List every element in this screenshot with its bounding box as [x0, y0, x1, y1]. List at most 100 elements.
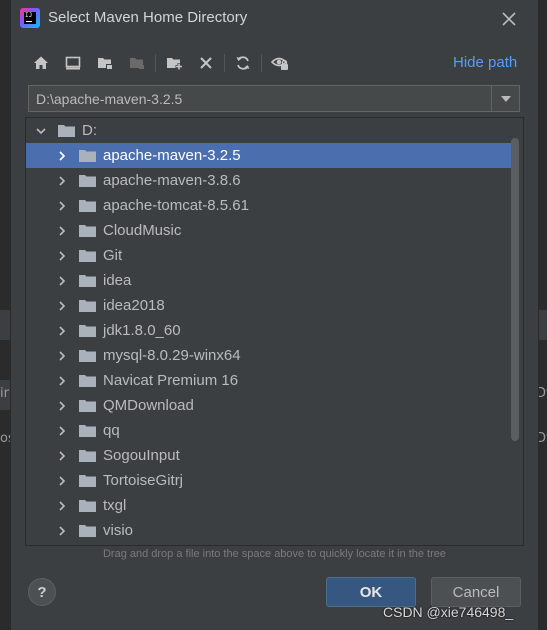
chevron-right-icon[interactable]	[55, 349, 69, 363]
module-folder-icon	[129, 58, 144, 69]
tree-row[interactable]: Git	[26, 243, 511, 268]
toolbar-separator	[261, 54, 262, 72]
drive-icon	[58, 124, 76, 138]
folder-icon	[79, 349, 97, 363]
close-button[interactable]	[498, 8, 520, 30]
tree-row-label: apache-tomcat-8.5.61	[103, 197, 249, 214]
folder-icon	[79, 374, 97, 388]
tree-row[interactable]: CloudMusic	[26, 218, 511, 243]
tree-row[interactable]: qq	[26, 418, 511, 443]
chevron-right-icon[interactable]	[55, 524, 69, 538]
tree-row[interactable]: QMDownload	[26, 393, 511, 418]
chevron-right-icon[interactable]	[55, 399, 69, 413]
delete-button[interactable]	[193, 50, 219, 76]
directory-tree[interactable]: D: apache-maven-3.2.5 apache-maven-3.8.6 a…	[25, 117, 524, 546]
folder-icon	[79, 274, 97, 288]
tree-row-label: mysql-8.0.29-winx64	[103, 347, 241, 364]
folder-icon	[79, 449, 97, 463]
background-text-left-1: ir	[0, 386, 9, 401]
tree-row[interactable]: idea2018	[26, 293, 511, 318]
chevron-right-icon[interactable]	[55, 249, 69, 263]
chevron-right-icon[interactable]	[55, 199, 69, 213]
module-directory-button[interactable]	[124, 50, 150, 76]
tree-row[interactable]: visio	[26, 518, 511, 543]
toolbar-separator	[155, 54, 156, 72]
project-directory-button[interactable]	[92, 50, 118, 76]
tree-row-label: Git	[103, 247, 123, 264]
tree-row-label: idea	[103, 272, 132, 289]
chevron-right-icon[interactable]	[55, 474, 69, 488]
background-panel-left	[0, 310, 10, 340]
chevron-down-icon[interactable]	[34, 124, 48, 138]
home-icon	[34, 56, 48, 69]
folder-icon	[79, 474, 97, 488]
chevron-right-icon[interactable]	[55, 324, 69, 338]
tree-row-label: TortoiseGitrj	[103, 472, 184, 489]
chevron-right-icon[interactable]	[55, 274, 69, 288]
chevron-down-icon	[500, 95, 511, 102]
csdn-watermark: CSDN @xie746498_	[383, 604, 514, 620]
tree-row[interactable]: TortoiseGitrj	[26, 468, 511, 493]
path-dropdown-button[interactable]	[491, 86, 519, 111]
tree-row-label: apache-maven-3.2.5	[103, 147, 241, 164]
hide-path-link[interactable]: Hide path	[453, 54, 517, 71]
refresh-icon	[236, 56, 250, 70]
tree-row[interactable]: txgl	[26, 493, 511, 518]
tree-row-label: qq	[103, 422, 120, 439]
chevron-right-icon[interactable]	[55, 449, 69, 463]
tree-row[interactable]: Navicat Premium 16	[26, 368, 511, 393]
desktop-icon	[65, 56, 81, 70]
folder-icon	[79, 299, 97, 313]
tree-scrollbar[interactable]	[511, 138, 519, 441]
tree-row-label: txgl	[103, 497, 127, 514]
folder-icon	[79, 174, 97, 188]
desktop-button[interactable]	[60, 50, 86, 76]
show-hidden-files-button[interactable]	[267, 50, 293, 76]
chevron-right-icon[interactable]	[55, 374, 69, 388]
show-hidden-icon	[271, 57, 288, 70]
tree-row-label: Navicat Premium 16	[103, 372, 239, 389]
chevron-right-icon[interactable]	[55, 174, 69, 188]
tree-row-label: QMDownload	[103, 397, 194, 414]
path-field[interactable]	[29, 86, 493, 111]
folder-icon	[79, 199, 97, 213]
folder-icon	[79, 249, 97, 263]
drag-drop-hint: Drag and drop a file into the space abov…	[102, 548, 447, 560]
new-folder-button[interactable]	[161, 50, 187, 76]
tree-row-label: jdk1.8.0_60	[103, 322, 181, 339]
help-button[interactable]: ?	[28, 578, 56, 606]
path-combobox[interactable]	[28, 85, 520, 112]
refresh-button[interactable]	[230, 50, 256, 76]
folder-icon	[79, 149, 97, 163]
close-icon	[502, 12, 516, 26]
tree-root-row[interactable]: D:	[26, 118, 519, 143]
chevron-right-icon[interactable]	[55, 424, 69, 438]
tree-row[interactable]: SogouInput	[26, 443, 511, 468]
chevron-right-icon[interactable]	[55, 299, 69, 313]
tree-row-label: SogouInput	[103, 447, 180, 464]
chevron-right-icon[interactable]	[55, 149, 69, 163]
tree-row-label: CloudMusic	[103, 222, 182, 239]
new-folder-icon	[166, 58, 182, 70]
cancel-button[interactable]: Cancel	[431, 577, 521, 607]
home-button[interactable]	[28, 50, 54, 76]
folder-icon	[79, 424, 97, 438]
tree-row[interactable]: mysql-8.0.29-winx64	[26, 343, 511, 368]
tree-row[interactable]: apache-tomcat-8.5.61	[26, 193, 511, 218]
project-folder-icon	[97, 58, 113, 70]
folder-icon	[79, 224, 97, 238]
intellij-app-icon: IJ	[20, 8, 40, 28]
tree-row-label: apache-maven-3.8.6	[103, 172, 241, 189]
chevron-right-icon[interactable]	[55, 499, 69, 513]
folder-icon	[79, 499, 97, 513]
select-directory-dialog: IJ Select Maven Home Directory Hide path…	[10, 0, 539, 630]
tree-row[interactable]: jdk1.8.0_60	[26, 318, 511, 343]
ok-button[interactable]: OK	[326, 577, 416, 607]
tree-row[interactable]: apache-maven-3.8.6	[26, 168, 511, 193]
tree-row[interactable]: apache-maven-3.2.5	[26, 143, 511, 168]
tree-row[interactable]: idea	[26, 268, 511, 293]
chevron-right-icon[interactable]	[55, 224, 69, 238]
tree-root-label: D:	[82, 122, 97, 139]
tree-row-label: idea2018	[103, 297, 165, 314]
folder-icon	[79, 524, 97, 538]
